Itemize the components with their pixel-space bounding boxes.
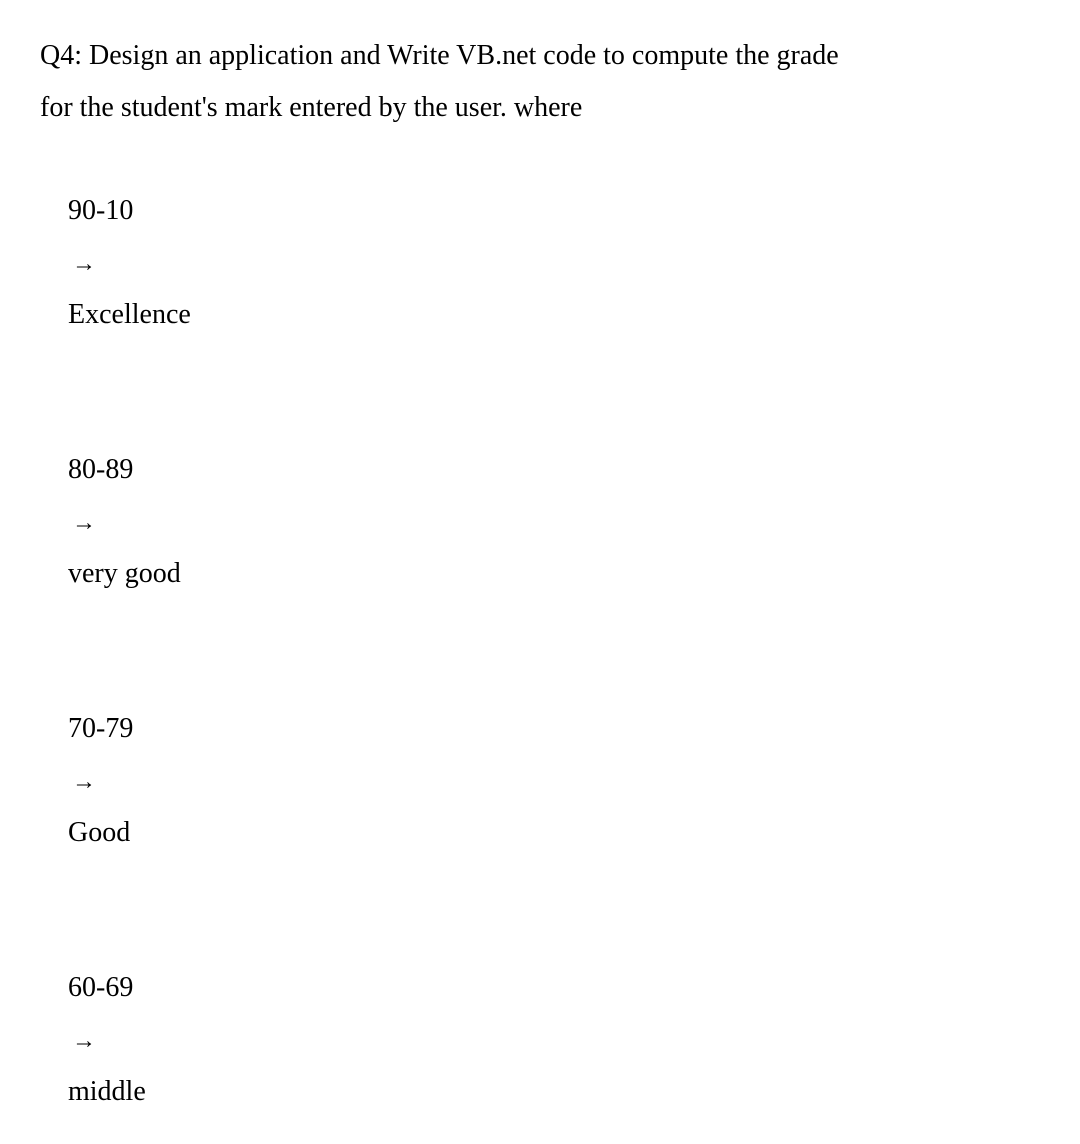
arrow-icon: → — [68, 509, 100, 536]
document-page: Q4: Design an application and Write VB.n… — [0, 0, 1080, 1144]
grade-range: 90-10 — [68, 195, 133, 226]
grade-range: 80-89 — [68, 454, 133, 485]
arrow-icon: → — [68, 768, 100, 795]
grade-range: 70-79 — [68, 713, 133, 744]
grade-label: Excellence — [68, 299, 191, 330]
question-line-1: Q4: Design an application and Write VB.n… — [40, 30, 1050, 82]
question-line-2: for the student's mark entered by the us… — [40, 82, 1050, 134]
grade-row-1: 80-89 → very good — [40, 393, 1050, 652]
arrow-icon: → — [68, 1027, 100, 1054]
grade-row-3: 60-69 → middle — [40, 911, 1050, 1144]
grade-row-0: 90-10 → Excellence — [40, 134, 1050, 393]
grade-label: very good — [68, 558, 181, 589]
grade-label: middle — [68, 1076, 146, 1107]
grade-range: 60-69 — [68, 972, 133, 1003]
grade-row-2: 70-79 → Good — [40, 652, 1050, 911]
grade-label: Good — [68, 817, 130, 848]
arrow-icon: → — [68, 250, 100, 277]
